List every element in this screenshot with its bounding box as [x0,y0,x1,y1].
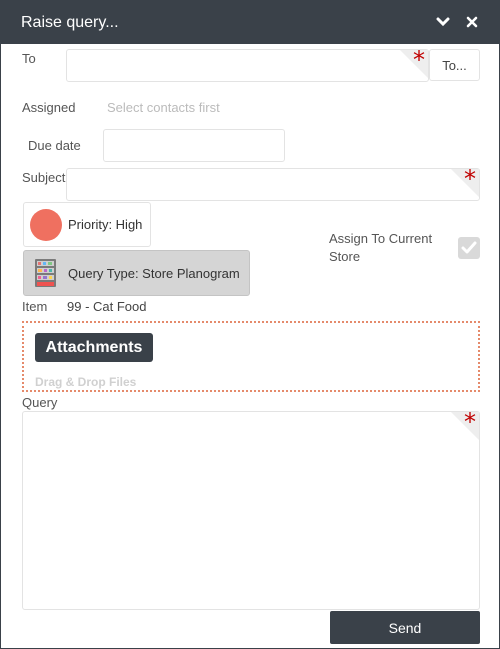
priority-indicator [30,208,62,241]
required-marker: * [451,412,479,440]
raise-query-dialog: Raise query... To * To... Assigned Selec… [0,0,500,649]
attachments-button[interactable]: Attachments [35,333,153,362]
due-date-label: Due date [28,138,81,153]
to-field[interactable]: * [66,49,429,82]
attachments-dropzone[interactable]: Attachments Drag & Drop Files [22,321,480,392]
close-icon[interactable] [463,13,481,31]
to-label: To [22,51,36,66]
dialog-title: Raise query... [21,14,119,31]
priority-label: Priority: High [68,217,143,232]
to-button[interactable]: To... [429,49,480,81]
checkmark-icon [461,241,477,254]
query-label: Query [22,395,58,410]
priority-button[interactable]: Priority: High [23,202,151,247]
title-bar: Raise query... [1,1,499,44]
item-value: 99 - Cat Food [67,299,147,314]
query-textarea[interactable]: * [22,411,480,610]
due-date-field[interactable] [103,129,285,162]
drag-drop-hint: Drag & Drop Files [35,375,137,389]
required-marker: * [451,169,479,197]
chevron-down-icon[interactable] [434,13,452,31]
assigned-hint: Select contacts first [107,100,220,115]
assigned-label: Assigned [22,100,76,115]
send-button[interactable]: Send [330,611,480,644]
store-shelf-icon [34,258,57,288]
query-type-label: Query Type: Store Planogram [68,265,240,281]
subject-field[interactable]: * [66,168,480,201]
subject-label: Subject [22,170,66,185]
query-type-button[interactable]: Query Type: Store Planogram [23,250,250,296]
assign-current-store-label: Assign To Current Store [329,231,433,264]
item-label: Item [22,299,48,314]
assign-current-store-checkbox[interactable] [458,237,480,259]
required-marker: * [400,50,428,78]
